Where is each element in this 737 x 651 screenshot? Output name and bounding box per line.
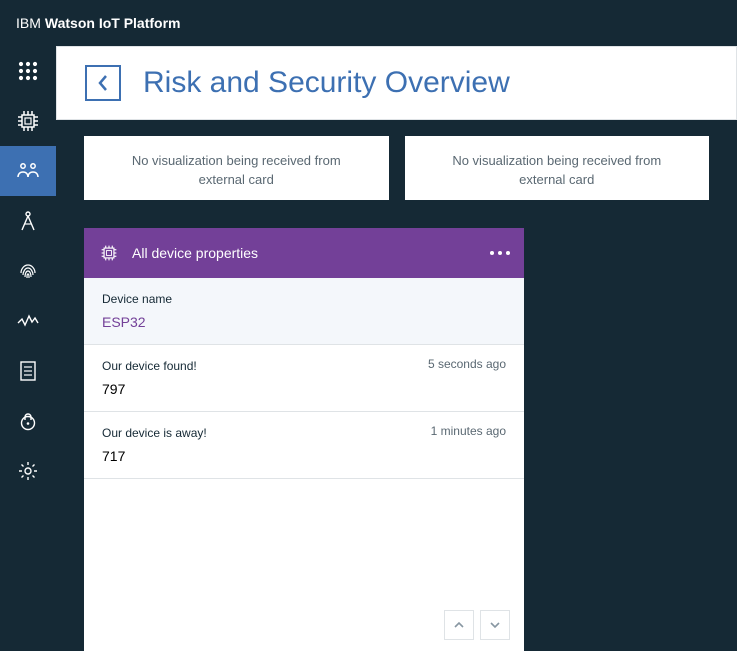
fingerprint-icon xyxy=(18,261,38,281)
nav-doc[interactable] xyxy=(0,346,56,396)
pager-up-button[interactable] xyxy=(444,610,474,640)
nav-activity[interactable] xyxy=(0,296,56,346)
more-button[interactable] xyxy=(488,228,512,278)
nav-apps[interactable] xyxy=(0,46,56,96)
gear-icon xyxy=(18,461,38,481)
property-label: Our device found! xyxy=(102,359,197,373)
card-footer xyxy=(84,599,524,651)
page-header: Risk and Security Overview xyxy=(56,46,737,120)
viz-card-right: No visualization being received from ext… xyxy=(405,136,710,200)
pager-down-button[interactable] xyxy=(480,610,510,640)
page-title: Risk and Security Overview xyxy=(143,66,510,100)
property-value: 717 xyxy=(102,448,506,464)
property-value: ESP32 xyxy=(102,314,506,330)
activity-icon xyxy=(17,314,39,328)
side-nav xyxy=(0,46,56,632)
topbar: IBM Watson IoT Platform xyxy=(0,0,737,46)
property-section[interactable]: Device name ESP32 xyxy=(84,278,524,345)
lock-icon xyxy=(19,411,37,431)
device-card-title: All device properties xyxy=(132,245,258,261)
content-area: Risk and Security Overview No visualizat… xyxy=(56,46,737,632)
chevron-down-icon xyxy=(489,620,501,630)
nav-chip[interactable] xyxy=(0,96,56,146)
grid-icon xyxy=(18,61,38,81)
nav-fingerprint[interactable] xyxy=(0,246,56,296)
viz-cards-row: No visualization being received from ext… xyxy=(56,136,737,200)
property-label: Our device is away! xyxy=(102,426,207,440)
nav-settings[interactable] xyxy=(0,446,56,496)
property-value: 797 xyxy=(102,381,506,397)
property-section[interactable]: Our device found! 5 seconds ago 797 xyxy=(84,345,524,412)
viz-card-left: No visualization being received from ext… xyxy=(84,136,389,200)
viz-card-text: No visualization being received from ext… xyxy=(124,151,349,190)
nav-members[interactable] xyxy=(0,146,56,196)
chevron-up-icon xyxy=(453,620,465,630)
device-card-header: All device properties xyxy=(84,228,524,278)
nav-compass[interactable] xyxy=(0,196,56,246)
brand-bold: Watson IoT Platform xyxy=(45,15,181,31)
card-spacer xyxy=(84,479,524,599)
back-button[interactable] xyxy=(85,65,121,101)
brand-light: IBM xyxy=(16,15,41,31)
property-section[interactable]: Our device is away! 1 minutes ago 717 xyxy=(84,412,524,479)
device-properties-card: All device properties Device name ESP32 … xyxy=(84,228,524,651)
viz-card-text: No visualization being received from ext… xyxy=(445,151,670,190)
property-label: Device name xyxy=(102,292,172,306)
property-time: 1 minutes ago xyxy=(431,424,506,438)
nav-lock[interactable] xyxy=(0,396,56,446)
chip-icon xyxy=(17,110,39,132)
chevron-left-icon xyxy=(97,74,109,92)
chip-icon xyxy=(100,244,118,262)
members-icon xyxy=(17,161,39,181)
document-icon xyxy=(20,361,36,381)
compass-icon xyxy=(18,210,38,232)
property-time: 5 seconds ago xyxy=(428,357,506,371)
